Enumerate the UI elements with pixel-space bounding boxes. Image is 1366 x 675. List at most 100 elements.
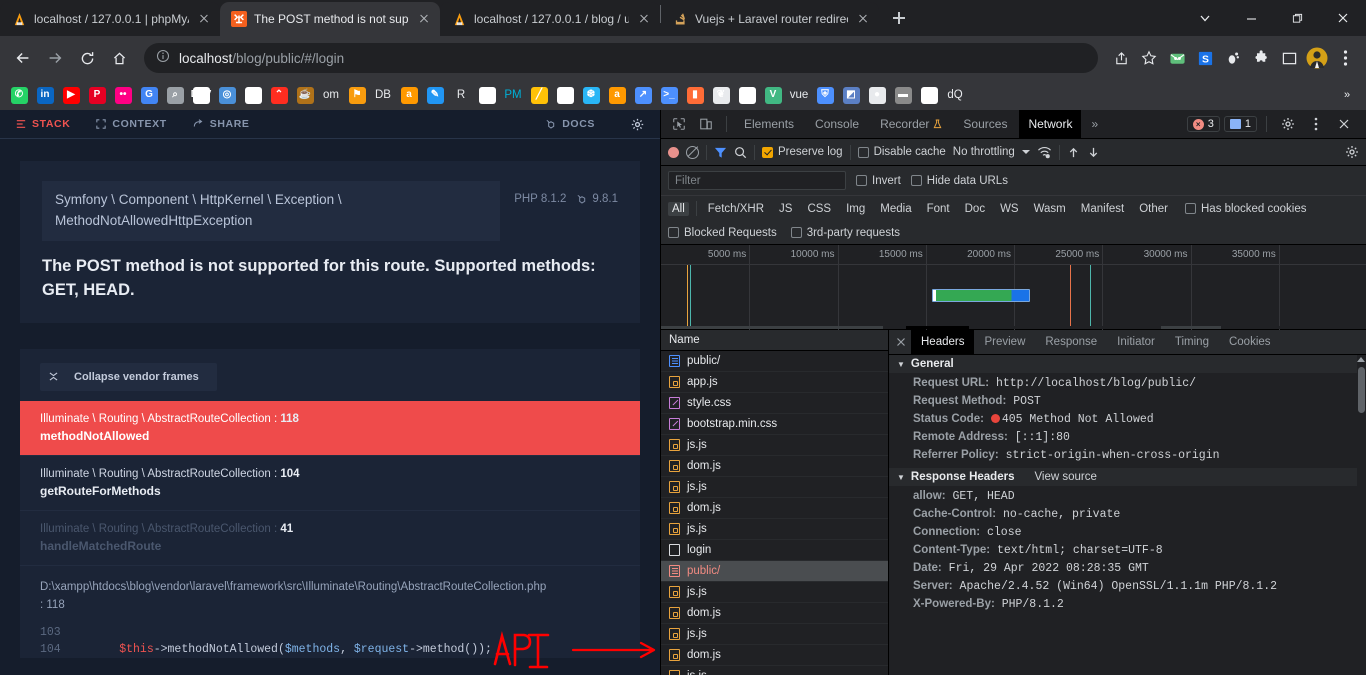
minimize-icon[interactable] [1228,2,1274,34]
map-bookmark[interactable]: ◩ [838,83,864,107]
java-bookmark[interactable]: ☕ [292,83,318,107]
whatsapp-bookmark[interactable]: ✆ [6,83,32,107]
stack-frame-1[interactable]: Illuminate \ Routing \ AbstractRouteColl… [20,456,640,511]
record-stop-icon[interactable] [668,146,679,158]
maximize-restore-icon[interactable] [1274,2,1320,34]
browser-tab-4[interactable]: Vuejs + Laravel router redirection [661,2,879,36]
pencil-bookmark[interactable]: ╱ [526,83,552,107]
details-tab-initiator[interactable]: Initiator [1107,330,1165,355]
stack-frame-0[interactable]: Illuminate \ Routing \ AbstractRouteColl… [20,400,640,456]
details-tab-headers[interactable]: Headers [911,329,975,355]
info-count-badge[interactable]: 1 [1223,116,1257,132]
devtools-kebab-menu-icon[interactable] [1304,112,1328,136]
request-row[interactable]: dom.js [661,498,888,519]
type-filter-doc[interactable]: Doc [961,202,989,216]
address-bar[interactable]: localhost/blog/public/#/login [144,43,1098,73]
requests-list[interactable]: public/app.js style.css bootstrap.min.css j… [661,351,888,675]
device-toolbar-icon[interactable] [694,112,718,136]
om-bookmark[interactable]: om [318,83,344,107]
browser-tab-2[interactable]: The POST method is not support [220,2,440,36]
devtools-tab-elements[interactable]: Elements [735,110,803,139]
collapse-vendor-frames-button[interactable]: Collapse vendor frames [20,349,640,401]
type-filter-all[interactable]: All [668,201,689,216]
ignition-tab-context[interactable]: CONTEXT [96,118,166,130]
pm-bookmark[interactable]: PM [500,83,526,107]
request-row[interactable]: app.js [661,372,888,393]
freelancer3-bookmark[interactable]: ◔ [734,83,760,107]
disable-cache-checkbox[interactable]: Disable cache [857,146,946,158]
reload-button[interactable] [72,43,102,73]
profile-avatar-icon[interactable] [1304,45,1330,71]
close-icon[interactable] [196,11,212,27]
freelancer-bookmark[interactable]: ◔ [240,83,266,107]
request-row[interactable]: dom.js [661,456,888,477]
db-bookmark[interactable]: DB [370,83,396,107]
edit-bookmark[interactable]: ✎ [422,83,448,107]
github-bookmark[interactable]: ● [864,83,890,107]
general-section-header[interactable]: ▼ General [889,355,1366,374]
postman-bookmark[interactable]: ▮ [682,83,708,107]
devtools-tab-sources[interactable]: Sources [954,110,1016,139]
bookmark-star-icon[interactable] [1136,45,1162,71]
site-info-icon[interactable] [156,49,170,68]
devtools-more-tabs-button[interactable]: » [1084,117,1105,131]
home-button[interactable] [104,43,134,73]
request-row[interactable]: js.js [661,519,888,540]
amazon-bookmark[interactable]: a [396,83,422,107]
view-source-link[interactable]: View source [1034,471,1096,483]
request-row[interactable]: public/ [661,561,888,582]
ignition-settings-button[interactable] [631,118,644,131]
clear-icon[interactable] [686,145,699,159]
type-filter-ws[interactable]: WS [996,202,1023,216]
network-settings-gear-icon[interactable] [1345,145,1359,159]
stack-frame-2[interactable]: Illuminate \ Routing \ AbstractRouteColl… [20,511,640,566]
redacted-bookmark[interactable]: ▬ [890,83,916,107]
network-overview-timeline[interactable]: 5000 ms 10000 ms 15000 ms 20000 ms 25000 ms 3… [661,245,1366,330]
forward-button[interactable] [40,43,70,73]
type-filter-manifest[interactable]: Manifest [1077,202,1128,216]
devtools-settings-gear-icon[interactable] [1276,112,1300,136]
arrow-bookmark[interactable]: ↗ [630,83,656,107]
tab-search-chevron-icon[interactable] [1182,2,1228,34]
details-tab-cookies[interactable]: Cookies [1219,330,1281,355]
close-icon[interactable] [855,11,871,27]
sidepanel-icon[interactable] [1276,45,1302,71]
type-filter-css[interactable]: CSS [803,202,835,216]
scrollbar-thumb[interactable] [1358,367,1365,413]
network-conditions-icon[interactable] [1037,146,1052,159]
request-row[interactable]: js.js [661,435,888,456]
request-row[interactable]: js.js [661,582,888,603]
request-row[interactable]: login [661,540,888,561]
close-details-icon[interactable] [891,330,911,355]
requests-column-header[interactable]: Name [661,330,888,351]
flickr-bookmark[interactable]: •• [110,83,136,107]
request-row[interactable]: js.js [661,477,888,498]
gnome-bookmark[interactable]: ❦ [708,83,734,107]
close-icon[interactable] [636,11,652,27]
amazon2-bookmark[interactable]: a [604,83,630,107]
back-button[interactable] [8,43,38,73]
inspect-element-icon[interactable] [667,112,691,136]
ignition-tab-share[interactable]: SHARE [193,118,250,130]
google-bookmark[interactable]: G [136,83,162,107]
error-count-badge[interactable]: × 3 [1186,116,1220,132]
timeline-scrollbar[interactable] [661,326,1366,329]
export-har-icon[interactable] [1087,146,1100,159]
browser-tab-1[interactable]: localhost / 127.0.0.1 | phpMyAdm [0,2,220,36]
request-row[interactable]: dom.js [661,603,888,624]
chrome-menu-icon[interactable] [1332,45,1358,71]
gnome-extension-icon[interactable] [1220,45,1246,71]
throttling-dropdown[interactable]: No throttling [953,146,1030,158]
snowflake-bookmark[interactable]: ❆ [578,83,604,107]
devtools-tab-network[interactable]: Network [1019,109,1082,139]
bookmarks-overflow-button[interactable]: » [1334,83,1360,107]
request-row[interactable]: style.css [661,393,888,414]
devtools-tab-console[interactable]: Console [806,110,868,139]
details-scrollbar[interactable] [1357,355,1366,675]
museum-bookmark[interactable]: ⌂ [552,83,578,107]
close-icon[interactable] [416,11,432,27]
search-icon[interactable] [734,146,747,159]
blocked-requests-checkbox[interactable]: Blocked Requests [668,227,777,239]
request-row[interactable]: public/ [661,351,888,372]
type-filter-wasm[interactable]: Wasm [1030,202,1070,216]
